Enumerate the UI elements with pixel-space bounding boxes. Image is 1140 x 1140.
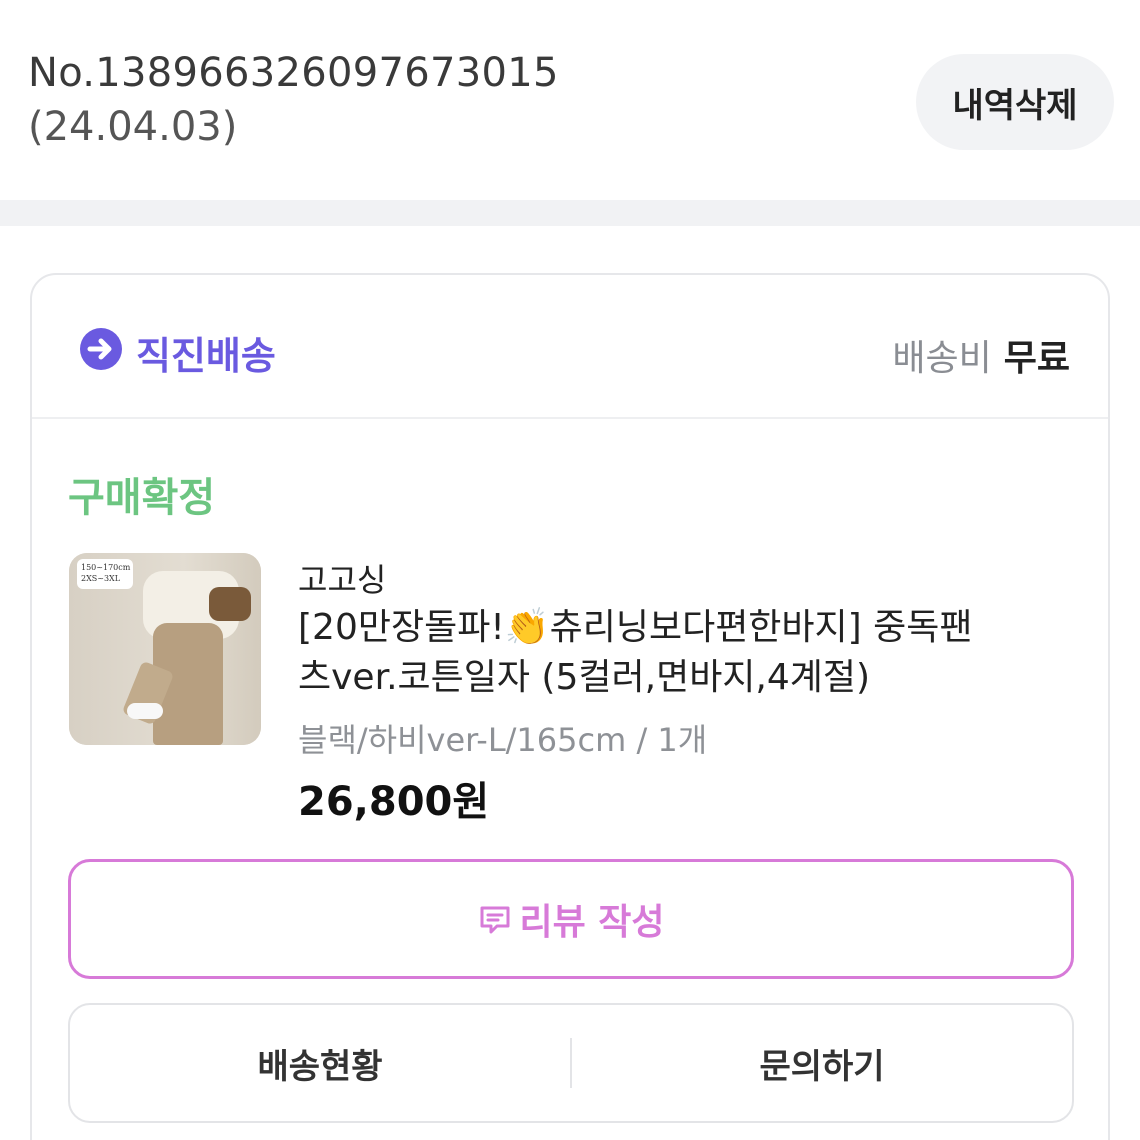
shipping-method-label: 직진배송	[136, 334, 276, 378]
shipping-fee-value: 무료	[1003, 338, 1070, 379]
delete-history-button[interactable]: 내역삭제	[916, 54, 1114, 150]
product-title-line-2: 츠ver.코튼일자 (5컬러,면바지,4계절)	[298, 657, 871, 698]
order-header: No.138966326097673015 (24.04.03) 내역삭제	[0, 0, 1140, 200]
product-option: 블랙/하비ver-L/165cm / 1개	[298, 721, 708, 759]
shipping-fee: 배송비 무료	[892, 329, 1070, 381]
order-date: (24.04.03)	[28, 104, 238, 150]
write-review-button[interactable]: 리뷰 작성	[68, 859, 1074, 979]
order-number: No.138966326097673015	[28, 50, 559, 96]
shipping-header: 직진배송 배송비 무료	[32, 275, 1108, 419]
product-price: 26,800원	[298, 779, 490, 825]
thumbnail-size-tag: 150~170cm 2XS~3XL	[77, 559, 133, 589]
arrow-circle-icon	[80, 328, 122, 370]
product-title[interactable]: [20만장돌파!👏츄리닝보다편한바지] 중독팬 츠ver.코튼일자 (5컬러,면…	[298, 603, 1068, 703]
section-divider	[0, 200, 1140, 226]
inquiry-button[interactable]: 문의하기	[572, 1039, 1072, 1088]
delivery-status-button[interactable]: 배송현황	[70, 1039, 570, 1088]
product-thumbnail[interactable]: 150~170cm 2XS~3XL	[69, 553, 261, 745]
write-review-label: 리뷰 작성	[519, 902, 665, 943]
shipping-fee-label: 배송비	[892, 338, 992, 379]
product-brand[interactable]: 고고싱	[298, 555, 386, 601]
order-actions: 배송현황 문의하기	[68, 1003, 1074, 1123]
chat-bubble-icon	[480, 906, 510, 934]
order-card: 직진배송 배송비 무료 구매확정 150~170cm 2XS~3XL 고고싱 [2…	[30, 273, 1110, 1140]
product-title-line-1: [20만장돌파!👏츄리닝보다편한바지] 중독팬	[298, 607, 973, 648]
order-status-label: 구매확정	[68, 475, 216, 521]
